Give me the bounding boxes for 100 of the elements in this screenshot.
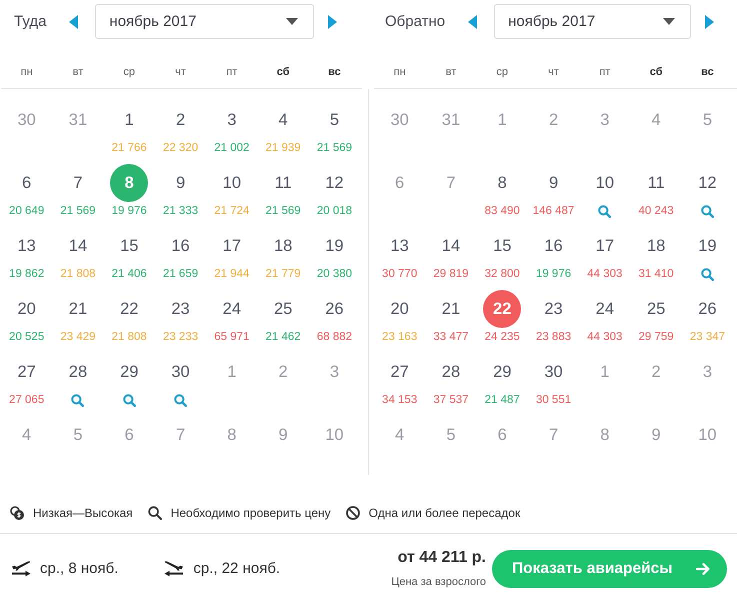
- day-number: 4: [395, 425, 404, 446]
- day-number[interactable]: 19: [325, 227, 344, 265]
- day-number[interactable]: 15: [120, 227, 138, 265]
- day-price: 20 649: [9, 204, 44, 219]
- day-number[interactable]: 24: [596, 290, 614, 328]
- day-number[interactable]: 23: [544, 290, 563, 328]
- day-number[interactable]: 11: [274, 164, 292, 202]
- weekday-label: пн: [20, 66, 33, 78]
- caret-left-icon[interactable]: [69, 14, 78, 28]
- day-number[interactable]: 16: [171, 227, 190, 265]
- day-price: 34 153: [382, 393, 418, 408]
- day-number[interactable]: 20: [390, 290, 409, 328]
- price-total: от 44 211 р.: [398, 548, 486, 568]
- day-price: 23 429: [60, 330, 96, 345]
- legend-label: Одна или более пересадок: [368, 506, 520, 520]
- day-price: 21 487: [484, 393, 520, 408]
- day-number[interactable]: 10: [222, 164, 242, 202]
- day-number[interactable]: 17: [596, 227, 614, 265]
- day-number: 30: [17, 110, 36, 131]
- day-number[interactable]: 1: [124, 101, 134, 139]
- day-price: 29 759: [638, 330, 674, 345]
- day-price: 30 551: [536, 393, 572, 408]
- day-price: 146 487: [532, 204, 574, 219]
- day-number: 6: [395, 173, 404, 194]
- day-price: 44 303: [587, 267, 622, 282]
- day-number[interactable]: 29: [493, 353, 512, 391]
- day-number[interactable]: 2: [176, 101, 186, 139]
- day-price: 19 976: [536, 267, 572, 282]
- day-number[interactable]: 14: [442, 227, 460, 265]
- day-price: 68 882: [316, 330, 352, 345]
- day-number[interactable]: 3: [227, 101, 236, 139]
- day-number[interactable]: 28: [68, 353, 88, 391]
- caret-down-icon: [286, 18, 298, 25]
- month-dropdown[interactable]: ноябрь 2017: [494, 4, 691, 39]
- weekday-label: вс: [328, 66, 341, 78]
- caret-right-icon[interactable]: [705, 14, 714, 28]
- direction-label: Туда: [14, 13, 46, 30]
- day-number[interactable]: 14: [68, 227, 88, 265]
- day-price: 21 779: [266, 267, 301, 282]
- day-number[interactable]: 10: [596, 164, 614, 202]
- day-number: 1: [498, 110, 507, 131]
- day-number[interactable]: 13: [390, 227, 409, 265]
- weekday-label: вт: [446, 66, 456, 78]
- day-price: 23 233: [162, 330, 198, 345]
- day-price: 21 939: [266, 141, 301, 156]
- day-price: 31 410: [638, 267, 674, 282]
- month-dropdown[interactable]: ноябрь 2017: [95, 4, 314, 39]
- day-number[interactable]: 27: [17, 353, 36, 391]
- day-number: 5: [702, 110, 712, 131]
- day-number[interactable]: 18: [646, 227, 666, 265]
- day-number: 5: [446, 425, 456, 446]
- day-number[interactable]: 6: [22, 164, 32, 202]
- day-price: 83 490: [484, 204, 520, 219]
- day-number[interactable]: 26: [325, 290, 344, 328]
- day-number[interactable]: 25: [274, 290, 292, 328]
- day-number[interactable]: 28: [442, 353, 460, 391]
- day-number[interactable]: 25: [646, 290, 666, 328]
- weekday-label: сб: [276, 66, 290, 78]
- day-number[interactable]: 7: [73, 164, 83, 202]
- day-number[interactable]: 8: [498, 164, 507, 202]
- day-price: 40 243: [638, 204, 674, 219]
- day-number[interactable]: 15: [493, 227, 512, 265]
- day-number[interactable]: 4: [278, 101, 288, 139]
- search-icon: [598, 205, 612, 218]
- day-number[interactable]: 21: [68, 290, 88, 328]
- day-number: 2: [652, 362, 661, 383]
- day-number[interactable]: 5: [330, 101, 340, 139]
- weekday-label: сб: [650, 66, 663, 78]
- day-number[interactable]: 27: [390, 353, 409, 391]
- day-price: 33 477: [433, 330, 469, 345]
- day-number: 10: [325, 425, 344, 446]
- day-number[interactable]: 13: [17, 227, 36, 265]
- weekday-label: ср: [496, 66, 508, 78]
- caret-left-icon[interactable]: [468, 14, 478, 28]
- day-number[interactable]: 12: [325, 164, 344, 202]
- day-number[interactable]: 23: [171, 290, 190, 328]
- day-price: 19 976: [112, 204, 147, 219]
- day-number[interactable]: 11: [648, 164, 665, 202]
- day-number[interactable]: 19: [698, 227, 717, 265]
- day-number: 9: [652, 425, 661, 446]
- day-number[interactable]: 9: [176, 164, 186, 202]
- day-number[interactable]: 16: [544, 227, 563, 265]
- day-number[interactable]: 12: [698, 164, 717, 202]
- day-number[interactable]: 17: [222, 227, 242, 265]
- search-icon: [148, 506, 162, 520]
- day-number[interactable]: 29: [120, 353, 138, 391]
- plane-arrow-icon: [11, 560, 31, 577]
- day-number[interactable]: 20: [17, 290, 36, 328]
- caret-right-icon[interactable]: [328, 14, 337, 28]
- day-number[interactable]: 22: [120, 290, 138, 328]
- day-number[interactable]: 30: [544, 353, 563, 391]
- day-price: 21 406: [112, 267, 147, 282]
- day-number[interactable]: 26: [698, 290, 717, 328]
- day-number[interactable]: 21: [442, 290, 460, 328]
- day-number[interactable]: 18: [274, 227, 292, 265]
- day-number: 1: [227, 362, 236, 383]
- day-number[interactable]: 9: [548, 164, 558, 202]
- day-number[interactable]: 24: [222, 290, 242, 328]
- day-number[interactable]: 30: [171, 353, 190, 391]
- day-number: 31: [442, 110, 460, 131]
